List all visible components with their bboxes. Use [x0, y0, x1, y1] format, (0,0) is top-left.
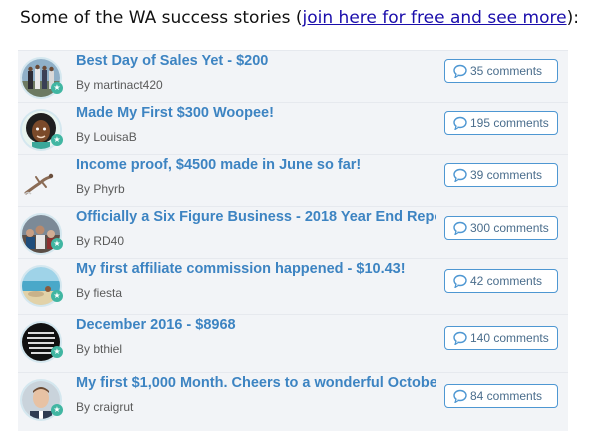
- story-item: ★ My first $1,000 Month. Cheers to a won…: [18, 372, 568, 431]
- story-title-link[interactable]: Made My First $300 Woopee!: [76, 105, 436, 121]
- story-item: ★ Officially a Six Figure Business - 201…: [18, 206, 568, 265]
- story-title-link[interactable]: December 2016 - $8968: [76, 317, 436, 333]
- comments-count: 39 comments: [470, 168, 543, 182]
- story-item: Income proof, $4500 made in June so far!…: [18, 154, 568, 213]
- diver-avatar[interactable]: [22, 163, 60, 201]
- story-item: ★ My first affiliate commission happened…: [18, 258, 568, 317]
- story-author[interactable]: By martinact420: [76, 78, 163, 92]
- story-title-link[interactable]: Officially a Six Figure Business - 2018 …: [76, 209, 436, 225]
- story-author[interactable]: By RD40: [76, 234, 124, 248]
- comments-button[interactable]: 300 comments: [444, 216, 558, 240]
- comments-button[interactable]: 39 comments: [444, 163, 558, 187]
- speech-bubble-icon: [453, 116, 467, 130]
- comments-count: 195 comments: [470, 116, 549, 130]
- story-author[interactable]: By fiesta: [76, 286, 122, 300]
- star-badge-icon: ★: [51, 82, 63, 94]
- speech-bubble-icon: [453, 331, 467, 345]
- comments-count: 300 comments: [470, 221, 549, 235]
- story-title-link[interactable]: My first $1,000 Month. Cheers to a wonde…: [76, 375, 436, 391]
- comments-count: 42 comments: [470, 274, 543, 288]
- star-badge-icon: ★: [51, 134, 63, 146]
- comments-button[interactable]: 35 comments: [444, 59, 558, 83]
- story-author[interactable]: By LouisaB: [76, 130, 137, 144]
- intro-line: Some of the WA success stories (join her…: [20, 8, 579, 28]
- comments-count: 140 comments: [470, 331, 549, 345]
- star-badge-icon: ★: [51, 238, 63, 250]
- intro-suffix: ):: [566, 8, 579, 28]
- speech-bubble-icon: [453, 168, 467, 182]
- comments-button[interactable]: 84 comments: [444, 384, 558, 408]
- join-link[interactable]: join here for free and see more: [303, 8, 567, 28]
- story-title-link[interactable]: My first affiliate commission happened -…: [76, 261, 436, 277]
- intro-prefix: Some of the WA success stories (: [20, 8, 303, 28]
- comments-button[interactable]: 42 comments: [444, 269, 558, 293]
- star-badge-icon: ★: [51, 404, 63, 416]
- comments-button[interactable]: 140 comments: [444, 326, 558, 350]
- story-title-link[interactable]: Income proof, $4500 made in June so far!: [76, 157, 436, 173]
- story-title-link[interactable]: Best Day of Sales Yet - $200: [76, 53, 436, 69]
- story-item: ★ December 2016 - $8968 By bthiel 140 co…: [18, 314, 568, 373]
- star-badge-icon: ★: [51, 290, 63, 302]
- speech-bubble-icon: [453, 274, 467, 288]
- story-author[interactable]: By craigrut: [76, 400, 133, 414]
- story-item: ★ Best Day of Sales Yet - $200 By martin…: [18, 50, 568, 109]
- story-author[interactable]: By bthiel: [76, 342, 122, 356]
- star-badge-icon: ★: [51, 346, 63, 358]
- story-item: ★ Made My First $300 Woopee! By LouisaB …: [18, 102, 568, 161]
- comments-button[interactable]: 195 comments: [444, 111, 558, 135]
- speech-bubble-icon: [453, 221, 467, 235]
- speech-bubble-icon: [453, 64, 467, 78]
- comments-count: 35 comments: [470, 64, 543, 78]
- story-author[interactable]: By Phyrb: [76, 182, 125, 196]
- speech-bubble-icon: [453, 389, 467, 403]
- comments-count: 84 comments: [470, 389, 543, 403]
